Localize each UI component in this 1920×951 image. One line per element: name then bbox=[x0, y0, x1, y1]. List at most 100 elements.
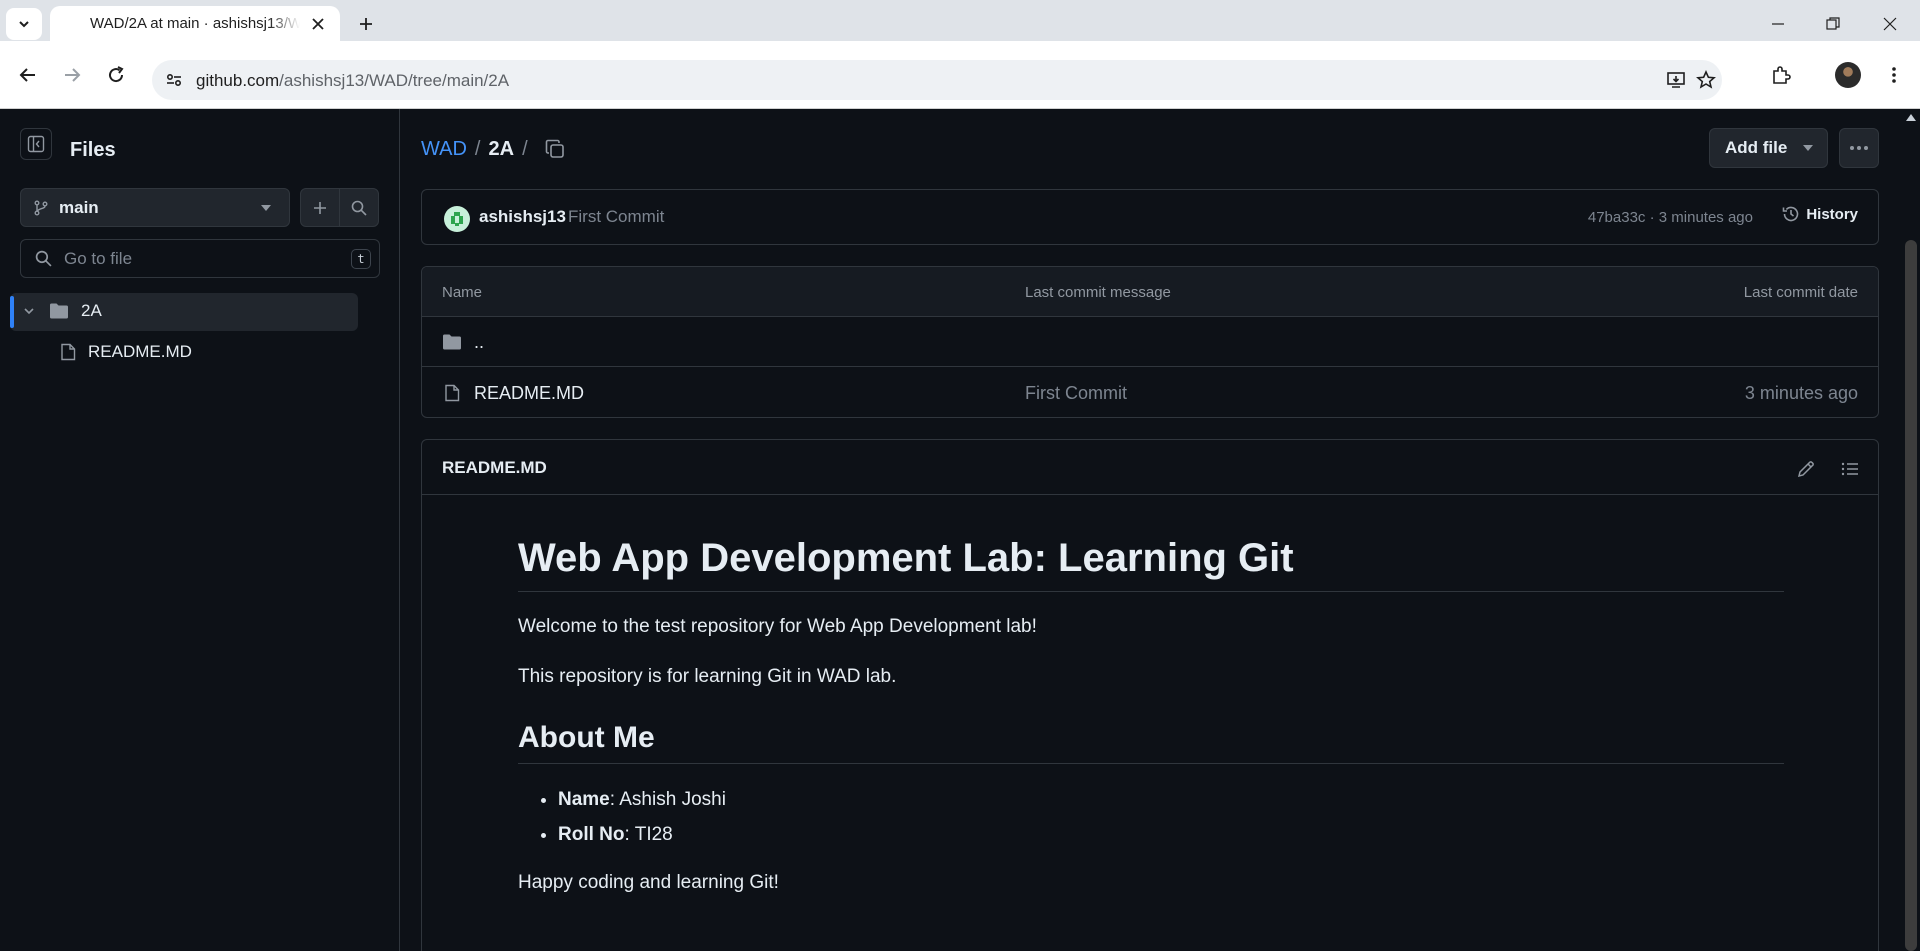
parent-directory-link[interactable]: .. bbox=[474, 332, 484, 353]
commit-meta[interactable]: 47ba33c · 3 minutes ago bbox=[1588, 209, 1753, 226]
breadcrumb-repo-link[interactable]: WAD bbox=[421, 138, 467, 161]
plus-icon bbox=[360, 18, 372, 30]
history-label: History bbox=[1806, 205, 1858, 223]
pencil-icon bbox=[1797, 461, 1814, 478]
history-icon bbox=[1783, 206, 1799, 222]
arrow-right-icon bbox=[65, 68, 81, 82]
tree-item-label: README.MD bbox=[88, 342, 192, 361]
puzzle-icon bbox=[1773, 66, 1791, 84]
breadcrumb-separator: / bbox=[474, 138, 481, 160]
minimize-button[interactable] bbox=[1758, 8, 1798, 40]
identicon-icon bbox=[451, 212, 463, 226]
file-name-link[interactable]: README.MD bbox=[474, 383, 584, 404]
restore-icon bbox=[1826, 17, 1840, 30]
kebab-menu-icon bbox=[1892, 67, 1896, 83]
add-file-dropdown[interactable]: Add file bbox=[1709, 128, 1828, 168]
search-files-button[interactable] bbox=[339, 188, 379, 227]
extensions-button[interactable] bbox=[1765, 59, 1797, 91]
minimize-icon bbox=[1772, 23, 1784, 25]
readme-heading: Web App Development Lab: Learning Git bbox=[518, 536, 1784, 592]
chrome-menu-button[interactable] bbox=[1878, 59, 1910, 91]
bookmark-star-icon[interactable] bbox=[1694, 68, 1718, 92]
browser-tab-strip: WAD/2A at main · ashishsj13/WAD bbox=[0, 0, 1920, 41]
copy-icon bbox=[545, 139, 564, 158]
plus-icon bbox=[314, 201, 326, 214]
forward-button[interactable] bbox=[56, 59, 88, 91]
restore-button[interactable] bbox=[1813, 8, 1853, 40]
table-row[interactable]: README.MD First Commit 3 minutes ago bbox=[422, 368, 1878, 417]
chevron-down-icon bbox=[19, 21, 29, 28]
copy-path-button[interactable] bbox=[541, 135, 569, 163]
breadcrumb-current: 2A bbox=[488, 138, 515, 160]
file-tree-sidebar: Files main Go to file t 2A README.MD bbox=[0, 109, 400, 951]
back-button[interactable] bbox=[12, 59, 44, 91]
kebab-horizontal-icon bbox=[1850, 146, 1868, 150]
tab-close-icon[interactable] bbox=[308, 14, 328, 34]
readme-paragraph: Welcome to the test repository for Web A… bbox=[518, 616, 1037, 637]
branch-selector[interactable]: main bbox=[20, 188, 290, 227]
readme-body: Web App Development Lab: Learning Git We… bbox=[518, 495, 1784, 897]
selected-indicator bbox=[10, 296, 14, 328]
address-bar[interactable]: github.com/ashishsj13/WAD/tree/main/2A bbox=[152, 60, 1722, 100]
reload-button[interactable] bbox=[100, 59, 132, 91]
url-path: /ashishsj13/WAD/tree/main/2A bbox=[279, 71, 510, 90]
caret-down-icon bbox=[261, 205, 271, 211]
browser-toolbar: github.com/ashishsj13/WAD/tree/main/2A bbox=[0, 41, 1920, 109]
latest-commit-bar: ashishsj13 First Commit 47ba33c · 3 minu… bbox=[421, 189, 1879, 245]
install-app-icon[interactable] bbox=[1664, 68, 1688, 92]
more-options-button[interactable] bbox=[1839, 128, 1879, 168]
file-icon bbox=[445, 384, 460, 402]
add-file-label: Add file bbox=[1725, 138, 1788, 157]
edit-file-button[interactable] bbox=[1792, 455, 1820, 483]
readme-filename[interactable]: README.MD bbox=[442, 458, 547, 478]
search-icon bbox=[351, 200, 367, 216]
column-header-name: Name bbox=[442, 284, 483, 301]
caret-down-icon bbox=[1803, 145, 1814, 151]
commit-author-link[interactable]: ashishsj13 bbox=[479, 207, 566, 227]
commit-date: 3 minutes ago bbox=[1744, 383, 1858, 403]
page-scrollbar-thumb[interactable] bbox=[1905, 240, 1917, 951]
list-item-value: : Ashish Joshi bbox=[609, 789, 726, 810]
reload-icon bbox=[109, 66, 124, 83]
tree-folder-row[interactable]: 2A bbox=[23, 301, 102, 321]
close-window-button[interactable] bbox=[1870, 8, 1910, 40]
list-item: Name: Ashish Joshi bbox=[558, 786, 1784, 814]
collapse-sidebar-button[interactable] bbox=[20, 128, 52, 160]
search-icon bbox=[35, 250, 52, 267]
commit-message-link[interactable]: First Commit bbox=[1025, 383, 1127, 404]
sidebar-title: Files bbox=[70, 139, 116, 161]
main-content: WAD / 2A / Add file ashishsj13 First Com… bbox=[401, 109, 1902, 951]
chevron-down-icon bbox=[24, 308, 34, 315]
readme-paragraph: Happy coding and learning Git! bbox=[518, 872, 779, 893]
readme-header: README.MD bbox=[422, 440, 1878, 495]
tree-item-readme[interactable]: README.MD bbox=[60, 342, 192, 362]
folder-icon bbox=[443, 334, 461, 350]
list-item-key: Name bbox=[558, 789, 610, 810]
arrow-left-icon bbox=[19, 68, 35, 82]
scroll-up-arrow-icon[interactable] bbox=[1906, 113, 1916, 121]
folder-open-icon bbox=[50, 303, 68, 319]
tab-search-button[interactable] bbox=[6, 8, 42, 40]
history-button[interactable]: History bbox=[1782, 205, 1858, 223]
table-row[interactable]: .. bbox=[422, 317, 1878, 367]
close-icon bbox=[1883, 17, 1897, 31]
url-host: github.com bbox=[196, 71, 280, 90]
git-branch-icon bbox=[34, 200, 48, 215]
go-to-file-input[interactable]: Go to file t bbox=[20, 239, 380, 278]
browser-tab[interactable]: WAD/2A at main · ashishsj13/WAD bbox=[50, 6, 340, 41]
file-icon bbox=[61, 343, 76, 361]
site-info-icon[interactable] bbox=[162, 68, 186, 92]
new-tab-button[interactable] bbox=[352, 10, 380, 38]
profile-avatar[interactable] bbox=[1832, 59, 1864, 91]
avatar[interactable] bbox=[444, 206, 470, 232]
list-item: Roll No: TI28 bbox=[558, 821, 1784, 849]
readme-list: Name: Ashish Joshi Roll No: TI28 bbox=[518, 786, 1784, 849]
outline-button[interactable] bbox=[1836, 455, 1864, 483]
add-file-button[interactable] bbox=[300, 188, 340, 227]
shortcut-key: t bbox=[351, 249, 371, 269]
column-header-message: Last commit message bbox=[1025, 284, 1171, 301]
breadcrumb: WAD / 2A / bbox=[421, 138, 536, 161]
breadcrumb-separator: / bbox=[522, 138, 528, 160]
list-item-value: : TI28 bbox=[624, 824, 673, 845]
commit-message-link[interactable]: First Commit bbox=[568, 207, 664, 227]
